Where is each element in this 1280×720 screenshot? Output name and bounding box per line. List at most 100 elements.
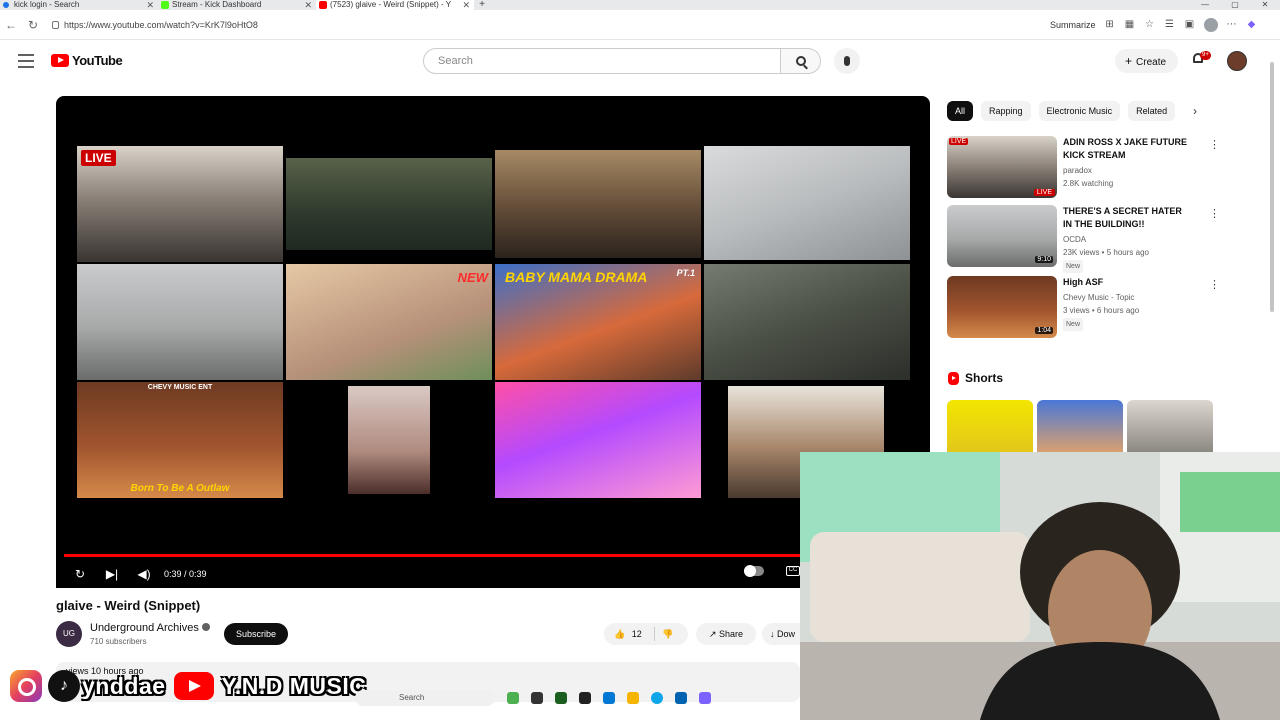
thumbs-down-icon[interactable]: 👎 <box>662 623 673 645</box>
subscribe-button[interactable]: Subscribe <box>224 623 288 645</box>
youtube-icon <box>173 672 214 700</box>
apps-icon[interactable]: ▦ <box>1124 19 1136 31</box>
url-field[interactable]: https://www.youtube.com/watch?v=KrK7l9oH… <box>50 15 1050 35</box>
chip-rapping[interactable]: Rapping <box>981 101 1031 121</box>
share-icon: ↗ <box>708 629 719 639</box>
short-thumbnail[interactable] <box>1127 400 1213 452</box>
account-avatar[interactable] <box>1227 51 1247 71</box>
end-screen-thumb[interactable]: CHEVY MUSIC ENT Born To Be A Outlaw <box>77 382 283 498</box>
close-icon[interactable]: ✕ <box>462 0 470 10</box>
next-icon[interactable]: ▶| <box>96 567 128 581</box>
channel-name[interactable]: OCDA <box>1063 233 1086 246</box>
more-vert-icon[interactable]: ⋮ <box>1209 207 1220 220</box>
taskbar-app-icon[interactable] <box>555 692 567 704</box>
chip-related[interactable]: Related <box>1128 101 1176 121</box>
search-button[interactable] <box>781 48 821 74</box>
chip-all[interactable]: All <box>947 101 974 121</box>
taskbar: Search <box>355 688 800 708</box>
create-button[interactable]: + Create <box>1115 49 1179 73</box>
folder-icon[interactable] <box>627 692 639 704</box>
social-overlay: ♪ ynddae Y.N.D MUSIC <box>0 668 410 704</box>
close-icon[interactable]: ✕ <box>146 0 154 10</box>
chevron-right-icon[interactable]: › <box>1193 104 1197 118</box>
youtube-logo[interactable]: YouTube <box>51 53 123 68</box>
logo-text: YouTube <box>72 53 123 68</box>
kick-icon <box>161 1 169 9</box>
video-title[interactable]: THERE'S A SECRET HATER IN THE BUILDING!! <box>1063 205 1193 231</box>
chip-electronic-music[interactable]: Electronic Music <box>1038 101 1121 121</box>
profile-avatar[interactable] <box>1203 17 1218 32</box>
instagram-icon <box>10 670 42 702</box>
end-screen-grid: LIVE NEW BABY MAMA DRAMA PT.1 CHEVY MUSI… <box>77 146 911 548</box>
more-vert-icon[interactable]: ⋮ <box>1209 278 1220 291</box>
short-thumbnail[interactable] <box>1037 400 1123 452</box>
edge-icon[interactable] <box>651 692 663 704</box>
recommended-video[interactable]: LIVE LIVE ADIN ROSS X JAKE FUTURE KICK S… <box>947 136 1220 200</box>
end-screen-thumb[interactable] <box>495 150 701 258</box>
progress-bar[interactable] <box>64 554 922 557</box>
youtube-header: YouTube Search + Create 9+ <box>0 40 1280 84</box>
end-screen-thumb[interactable] <box>348 386 430 494</box>
end-screen-thumb[interactable]: NEW <box>286 264 492 380</box>
taskbar-search[interactable]: Search <box>355 690 495 706</box>
like-button[interactable]: 👍 12 👎 <box>604 623 688 645</box>
more-vert-icon[interactable]: ⋮ <box>1209 138 1220 151</box>
taskbar-app-icon[interactable] <box>531 692 543 704</box>
back-icon[interactable]: ← <box>0 18 22 32</box>
close-window-icon[interactable]: ✕ <box>1250 0 1280 10</box>
new-tab-button[interactable]: + <box>474 0 490 10</box>
star-icon[interactable]: ☆ <box>1144 19 1156 31</box>
recommended-video[interactable]: 9:10 THERE'S A SECRET HATER IN THE BUILD… <box>947 205 1220 273</box>
volume-icon[interactable]: ◀) <box>128 567 160 581</box>
browser-tab-youtube[interactable]: (7523) glaive - Weird (Snippet) - Y ✕ <box>316 0 474 10</box>
channel-name[interactable]: Chevy Music - Topic <box>1063 291 1134 304</box>
tab-title: (7523) glaive - Weird (Snippet) - Y <box>330 0 452 9</box>
summarize-button[interactable]: Summarize <box>1050 20 1096 30</box>
browser-tab-kick-login[interactable]: kick login - Search ✕ <box>0 0 158 10</box>
close-icon[interactable]: ✕ <box>304 0 312 10</box>
end-screen-thumb[interactable]: LIVE <box>77 146 283 262</box>
more-icon[interactable]: ⋯ <box>1226 19 1238 31</box>
channel-name-link[interactable]: Underground Archives <box>90 622 210 634</box>
video-thumbnail[interactable]: 9:10 <box>947 205 1057 267</box>
maximize-icon[interactable]: ▢ <box>1220 0 1250 10</box>
end-screen-thumb[interactable] <box>704 264 910 380</box>
video-player[interactable]: LIVE NEW BABY MAMA DRAMA PT.1 CHEVY MUSI… <box>56 96 930 588</box>
video-thumbnail[interactable]: 1:04 <box>947 276 1057 338</box>
tab-title: kick login - Search <box>14 0 80 9</box>
video-thumbnail[interactable]: LIVE LIVE <box>947 136 1057 198</box>
favorites-icon[interactable]: ☰ <box>1164 19 1176 31</box>
browser-tab-kick-dashboard[interactable]: Stream - Kick Dashboard ✕ <box>158 0 316 10</box>
collections-icon[interactable]: ▣ <box>1184 19 1196 31</box>
captions-icon[interactable]: CC <box>786 566 800 576</box>
recommended-video[interactable]: 1:04 High ASF Chevy Music - Topic 3 view… <box>947 276 1220 340</box>
taskbar-app-icon[interactable] <box>699 692 711 704</box>
channel-name[interactable]: paradox <box>1063 164 1092 177</box>
minimize-icon[interactable]: — <box>1190 0 1220 10</box>
end-screen-thumb[interactable] <box>704 146 910 260</box>
share-button[interactable]: ↗ Share <box>696 623 756 645</box>
thumbs-up-icon: 👍 <box>614 629 626 639</box>
video-title[interactable]: High ASF <box>1063 276 1193 289</box>
menu-icon[interactable] <box>18 54 34 68</box>
copilot-icon[interactable]: ◆ <box>1246 19 1258 31</box>
end-screen-thumb[interactable]: BABY MAMA DRAMA PT.1 <box>495 264 701 380</box>
autoplay-toggle[interactable] <box>744 565 764 577</box>
refresh-icon[interactable]: ↻ <box>22 18 44 32</box>
voice-search-button[interactable] <box>834 48 860 74</box>
short-thumbnail[interactable] <box>947 400 1033 452</box>
taskbar-app-icon[interactable] <box>507 692 519 704</box>
channel-avatar[interactable]: UG <box>56 621 82 647</box>
reader-icon[interactable]: ⊞ <box>1104 19 1116 31</box>
taskbar-app-icon[interactable] <box>579 692 591 704</box>
end-screen-thumb[interactable] <box>495 382 701 498</box>
taskbar-app-icon[interactable] <box>675 692 687 704</box>
video-title[interactable]: ADIN ROSS X JAKE FUTURE KICK STREAM <box>1063 136 1193 162</box>
url-text: https://www.youtube.com/watch?v=KrK7l9oH… <box>64 19 258 30</box>
replay-icon[interactable]: ↻ <box>64 567 96 581</box>
download-icon: ↓ <box>770 629 778 639</box>
search-input[interactable]: Search <box>423 48 781 74</box>
end-screen-thumb[interactable] <box>286 158 492 250</box>
end-screen-thumb[interactable] <box>77 264 283 380</box>
taskbar-app-icon[interactable] <box>603 692 615 704</box>
